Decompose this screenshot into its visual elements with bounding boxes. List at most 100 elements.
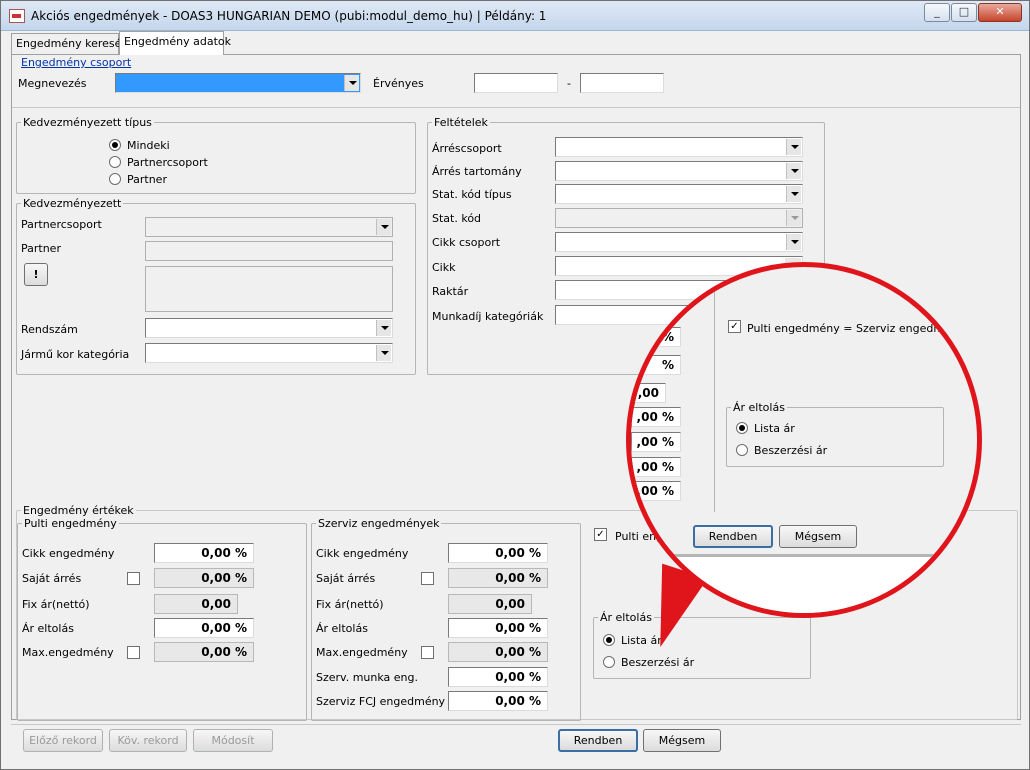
- margin-range-label: Árrés tartomány: [432, 165, 522, 178]
- zoom-ok-button[interactable]: Rendben: [693, 525, 773, 548]
- price-shift-group: Ár eltolás Lista ár Beszerzési ár: [593, 611, 811, 679]
- counter-price-shift-label: Ár eltolás: [22, 622, 74, 635]
- radio-all[interactable]: [109, 139, 121, 151]
- chevron-down-icon[interactable]: [786, 139, 801, 155]
- radio-purchase-price[interactable]: [603, 656, 615, 668]
- prev-record-button[interactable]: Előző rekord: [23, 729, 103, 752]
- chevron-down-icon[interactable]: [786, 210, 801, 226]
- counter-item-discount-field[interactable]: 0,00 %: [154, 543, 254, 563]
- counter-fixed-price-label: Fix ár(nettó): [22, 598, 90, 611]
- margin-range-select[interactable]: [555, 161, 803, 181]
- stat-code-type-label: Stat. kód típus: [432, 188, 512, 201]
- stat-code-select[interactable]: [555, 208, 803, 228]
- service-discount-title: Szerviz engedmények: [316, 517, 442, 530]
- valid-label: Érvényes: [373, 77, 424, 90]
- stat-code-type-select[interactable]: [555, 184, 803, 204]
- zoom-value-2[interactable]: %: [631, 355, 681, 375]
- chevron-down-icon[interactable]: [376, 219, 391, 235]
- chevron-down-icon[interactable]: [786, 234, 801, 250]
- ok-button[interactable]: Rendben: [558, 729, 638, 752]
- cancel-button[interactable]: Mégsem: [643, 729, 721, 752]
- group-link[interactable]: Engedmény csoport: [21, 56, 131, 69]
- zoom-value-4[interactable]: ,00 %: [631, 407, 681, 427]
- zoom-callout: % % ,00 ,00 % ,00 % ,00 % ,00 % ✓ Pulti …: [626, 262, 982, 618]
- vehicle-age-select[interactable]: [145, 343, 393, 363]
- radio-partner-group[interactable]: [109, 156, 121, 168]
- counter-price-shift-field[interactable]: 0,00 %: [154, 618, 254, 638]
- zoom-value-7[interactable]: ,00 %: [631, 481, 681, 501]
- service-item-discount-label: Cikk engedmény: [316, 547, 409, 560]
- service-fcj-discount-field[interactable]: 0,00 %: [448, 691, 548, 711]
- window-title: Akciós engedmények - DOAS3 HUNGARIAN DEM…: [31, 9, 547, 23]
- radio-partner[interactable]: [109, 173, 121, 185]
- margin-group-label: Árréscsoport: [432, 142, 502, 155]
- next-record-button[interactable]: Köv. rekord: [109, 729, 187, 752]
- valid-from-field[interactable]: [474, 73, 558, 93]
- zoom-radio-purchase-price[interactable]: [736, 444, 748, 456]
- counter-discount-title: Pulti engedmény: [22, 517, 119, 530]
- service-own-margin-label: Saját árrés: [316, 572, 376, 585]
- service-own-margin-field[interactable]: 0,00 %: [448, 568, 548, 588]
- service-own-margin-checkbox[interactable]: [421, 572, 434, 585]
- radio-partner-group-label: Partnercsoport: [127, 156, 208, 169]
- counter-own-margin-label: Saját árrés: [22, 572, 82, 585]
- zoom-value-5[interactable]: ,00 %: [631, 432, 681, 452]
- service-fixed-price-label: Fix ár(nettó): [316, 598, 384, 611]
- valid-to-field[interactable]: [580, 73, 664, 93]
- name-select[interactable]: [115, 73, 361, 93]
- title-bar: Akciós engedmények - DOAS3 HUNGARIAN DEM…: [1, 1, 1029, 31]
- chevron-down-icon[interactable]: [786, 163, 801, 179]
- radio-all-label: Mindeki: [127, 139, 170, 152]
- item-label: Cikk: [432, 261, 456, 274]
- zoom-equals-label: Pulti engedmény = Szerviz engedmény: [747, 322, 965, 335]
- tab-details[interactable]: Engedmény adatok: [119, 31, 231, 55]
- partner-details-box: [145, 266, 393, 312]
- zoom-value-1[interactable]: %: [631, 327, 681, 347]
- partner-group-label: Partnercsoport: [21, 218, 102, 231]
- tab-search[interactable]: Engedmény keresés: [11, 33, 127, 54]
- radio-purchase-price-label: Beszerzési ár: [621, 656, 695, 669]
- counter-own-margin-checkbox[interactable]: [127, 572, 140, 585]
- chevron-down-icon[interactable]: [376, 320, 391, 336]
- service-item-discount-field[interactable]: 0,00 %: [448, 543, 548, 563]
- alert-button[interactable]: !: [24, 263, 48, 286]
- counter-fixed-price-field[interactable]: 0,00: [154, 594, 238, 614]
- conditions-title: Feltételek: [432, 116, 490, 129]
- minimize-button[interactable]: _: [924, 3, 950, 22]
- maximize-button[interactable]: □: [951, 3, 977, 22]
- service-discount-group: Szerviz engedmények Cikk engedmény 0,00 …: [311, 517, 581, 721]
- counter-item-discount-label: Cikk engedmény: [22, 547, 115, 560]
- chevron-down-icon[interactable]: [786, 186, 801, 202]
- chevron-down-icon[interactable]: [344, 75, 359, 91]
- service-labor-discount-label: Szerv. munka eng.: [316, 671, 418, 684]
- margin-group-select[interactable]: [555, 137, 803, 157]
- partner-group-select[interactable]: [145, 217, 393, 237]
- zoom-value-3[interactable]: ,00: [631, 383, 666, 403]
- close-button[interactable]: ✕: [978, 3, 1022, 22]
- item-group-select[interactable]: [555, 232, 803, 252]
- counter-max-discount-checkbox[interactable]: [127, 646, 140, 659]
- service-labor-discount-field[interactable]: 0,00 %: [448, 667, 548, 687]
- service-max-discount-field[interactable]: 0,00 %: [448, 642, 548, 662]
- zoom-cancel-button[interactable]: Mégsem: [779, 525, 857, 548]
- zoom-equals-checkbox[interactable]: ✓: [728, 320, 741, 333]
- zoom-value-6[interactable]: ,00 %: [631, 457, 681, 477]
- service-fixed-price-field[interactable]: 0,00: [448, 594, 532, 614]
- service-price-shift-field[interactable]: 0,00 %: [448, 618, 548, 638]
- zoom-radio-list-price[interactable]: [736, 422, 748, 434]
- footer-divider: [11, 724, 1021, 725]
- zoom-white-area: [631, 557, 977, 613]
- service-max-discount-checkbox[interactable]: [421, 646, 434, 659]
- name-label: Megnevezés: [18, 77, 87, 90]
- chevron-down-icon[interactable]: [376, 345, 391, 361]
- plate-select[interactable]: [145, 318, 393, 338]
- vehicle-age-label: Jármű kor kategória: [21, 348, 130, 361]
- radio-list-price[interactable]: [603, 634, 615, 646]
- zoom-price-shift-title: Ár eltolás: [731, 401, 787, 414]
- counter-own-margin-field[interactable]: 0,00 %: [154, 568, 254, 588]
- modify-button[interactable]: Módosít: [193, 729, 273, 752]
- counter-max-discount-field[interactable]: 0,00 %: [154, 642, 254, 662]
- beneficiary-title: Kedvezményezett: [21, 197, 124, 210]
- partner-field[interactable]: [145, 241, 393, 261]
- counter-equals-service-checkbox[interactable]: ✓: [594, 528, 607, 541]
